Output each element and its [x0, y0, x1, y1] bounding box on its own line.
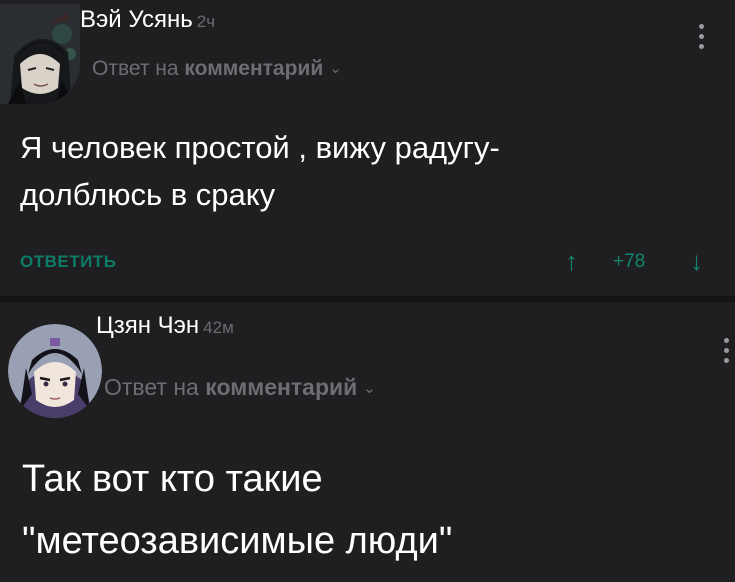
comment-body-line: Так вот кто такие: [22, 458, 323, 500]
avatar[interactable]: [8, 324, 102, 418]
chevron-down-icon[interactable]: ⌄: [329, 59, 342, 77]
downvote-arrow-icon[interactable]: ↓: [690, 246, 703, 277]
reply-button[interactable]: ОТВЕТИТЬ: [20, 252, 116, 272]
username[interactable]: Цзян Чэн 42м: [96, 312, 234, 340]
reply-to-target[interactable]: комментарий: [205, 374, 357, 400]
comment-body: Так вот кто такие "метеозависимые люди": [22, 448, 722, 572]
timestamp: 2ч: [196, 12, 216, 31]
reply-to-prefix: Ответ на: [104, 374, 206, 400]
chevron-down-icon[interactable]: ⌄: [363, 379, 376, 397]
timestamp: 42м: [203, 318, 234, 337]
reply-to-link[interactable]: Ответ на комментарий ⌄: [92, 57, 342, 81]
more-options-icon[interactable]: [699, 24, 707, 54]
comment-body: Я человек простой , вижу радугу- долблюс…: [20, 124, 680, 218]
username-text[interactable]: Вэй Усянь: [80, 6, 193, 33]
username-text[interactable]: Цзян Чэн: [96, 312, 199, 339]
reply-to-target[interactable]: комментарий: [184, 57, 323, 80]
avatar-image: [0, 4, 80, 104]
vote-score: +78: [613, 251, 646, 272]
upvote-arrow-icon[interactable]: ↑: [565, 246, 578, 277]
reply-to-link[interactable]: Ответ на комментарий ⌄: [104, 374, 376, 401]
reply-to-prefix: Ответ на: [92, 57, 185, 80]
comment-body-line: Я человек простой , вижу радугу-: [20, 130, 500, 165]
more-options-icon[interactable]: [724, 338, 732, 368]
comment-1: Вэй Усянь 2ч Ответ на комментарий ⌄ Я чело…: [0, 0, 735, 296]
avatar[interactable]: [0, 4, 80, 104]
avatar-image: [8, 324, 102, 418]
comment-body-line: "метеозависимые люди": [22, 520, 453, 562]
comment-body-line: долблюсь в сраку: [20, 177, 276, 212]
username[interactable]: Вэй Усянь 2ч: [80, 6, 215, 34]
